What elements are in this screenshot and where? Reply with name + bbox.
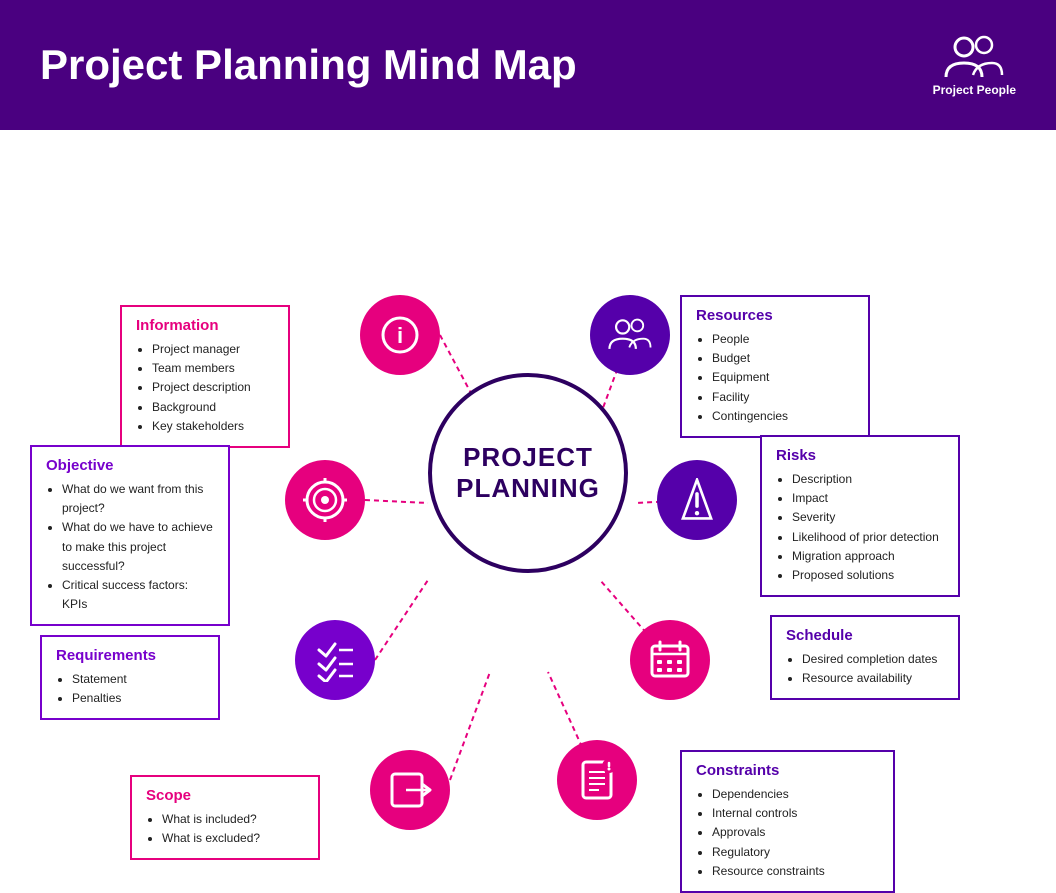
- resources-icon: [608, 315, 652, 355]
- constraints-icon: [575, 758, 619, 802]
- center-line1: PROJECT: [463, 442, 593, 472]
- scope-title: Scope: [146, 787, 304, 804]
- resources-list: People Budget Equipment Facility Conting…: [696, 330, 854, 426]
- schedule-title: Schedule: [786, 627, 944, 644]
- risks-title: Risks: [776, 447, 944, 464]
- box-resources: Resources People Budget Equipment Facili…: [680, 295, 870, 438]
- constraints-list: Dependencies Internal controls Approvals…: [696, 785, 879, 881]
- main-canvas: PROJECT PLANNING i: [0, 130, 1056, 816]
- resources-title: Resources: [696, 307, 854, 324]
- list-item: Project description: [152, 378, 274, 397]
- icon-information: i: [360, 295, 440, 375]
- schedule-icon: [648, 638, 692, 682]
- icon-risks: [657, 460, 737, 540]
- header: Project Planning Mind Map Project People: [0, 0, 1056, 130]
- people-icon: [944, 33, 1004, 83]
- list-item: What is included?: [162, 810, 304, 829]
- header-icon-label: Project People: [933, 83, 1016, 97]
- information-title: Information: [136, 317, 274, 334]
- list-item: Proposed solutions: [792, 566, 944, 585]
- svg-text:i: i: [397, 323, 403, 348]
- list-item: Equipment: [712, 368, 854, 387]
- objective-icon: [303, 478, 347, 522]
- list-item: Resource availability: [802, 669, 944, 688]
- list-item: What do we have to achieve to make this …: [62, 518, 214, 576]
- box-objective: Objective What do we want from this proj…: [30, 445, 230, 626]
- info-icon: i: [380, 315, 420, 355]
- list-item: People: [712, 330, 854, 349]
- risks-icon: [679, 478, 715, 522]
- icon-schedule: [630, 620, 710, 700]
- list-item: What is excluded?: [162, 829, 304, 848]
- list-item: Project manager: [152, 340, 274, 359]
- objective-title: Objective: [46, 457, 214, 474]
- list-item: Key stakeholders: [152, 417, 274, 436]
- list-item: Severity: [792, 508, 944, 527]
- objective-list: What do we want from this project? What …: [46, 480, 214, 614]
- information-list: Project manager Team members Project des…: [136, 340, 274, 436]
- box-information: Information Project manager Team members…: [120, 305, 290, 448]
- box-schedule: Schedule Desired completion dates Resour…: [770, 615, 960, 700]
- box-requirements: Requirements Statement Penalties: [40, 635, 220, 720]
- list-item: Dependencies: [712, 785, 879, 804]
- list-item: Resource constraints: [712, 862, 879, 881]
- list-item: Approvals: [712, 823, 879, 842]
- icon-scope: [370, 750, 450, 830]
- requirements-title: Requirements: [56, 647, 204, 664]
- requirements-list: Statement Penalties: [56, 670, 204, 708]
- icon-requirements: [295, 620, 375, 700]
- list-item: Facility: [712, 388, 854, 407]
- risks-list: Description Impact Severity Likelihood o…: [776, 470, 944, 585]
- box-constraints: Constraints Dependencies Internal contro…: [680, 750, 895, 893]
- list-item: Team members: [152, 359, 274, 378]
- scope-icon: [388, 768, 432, 812]
- requirements-icon: [313, 638, 357, 682]
- list-item: Background: [152, 398, 274, 417]
- box-scope: Scope What is included? What is excluded…: [130, 775, 320, 860]
- list-item: Internal controls: [712, 804, 879, 823]
- list-item: What do we want from this project?: [62, 480, 214, 518]
- list-item: Statement: [72, 670, 204, 689]
- schedule-list: Desired completion dates Resource availa…: [786, 650, 944, 688]
- list-item: Description: [792, 470, 944, 489]
- header-icon-group: Project People: [933, 33, 1016, 97]
- list-item: Likelihood of prior detection: [792, 528, 944, 547]
- box-risks: Risks Description Impact Severity Likeli…: [760, 435, 960, 597]
- list-item: Regulatory: [712, 843, 879, 862]
- list-item: Budget: [712, 349, 854, 368]
- list-item: Impact: [792, 489, 944, 508]
- icon-objective: [285, 460, 365, 540]
- list-item: Critical success factors: KPIs: [62, 576, 214, 614]
- center-circle: PROJECT PLANNING: [428, 373, 628, 573]
- center-line2: PLANNING: [456, 473, 600, 503]
- list-item: Desired completion dates: [802, 650, 944, 669]
- constraints-title: Constraints: [696, 762, 879, 779]
- list-item: Penalties: [72, 689, 204, 708]
- icon-resources: [590, 295, 670, 375]
- list-item: Contingencies: [712, 407, 854, 426]
- list-item: Migration approach: [792, 547, 944, 566]
- page-title: Project Planning Mind Map: [40, 41, 577, 89]
- icon-constraints: [557, 740, 637, 820]
